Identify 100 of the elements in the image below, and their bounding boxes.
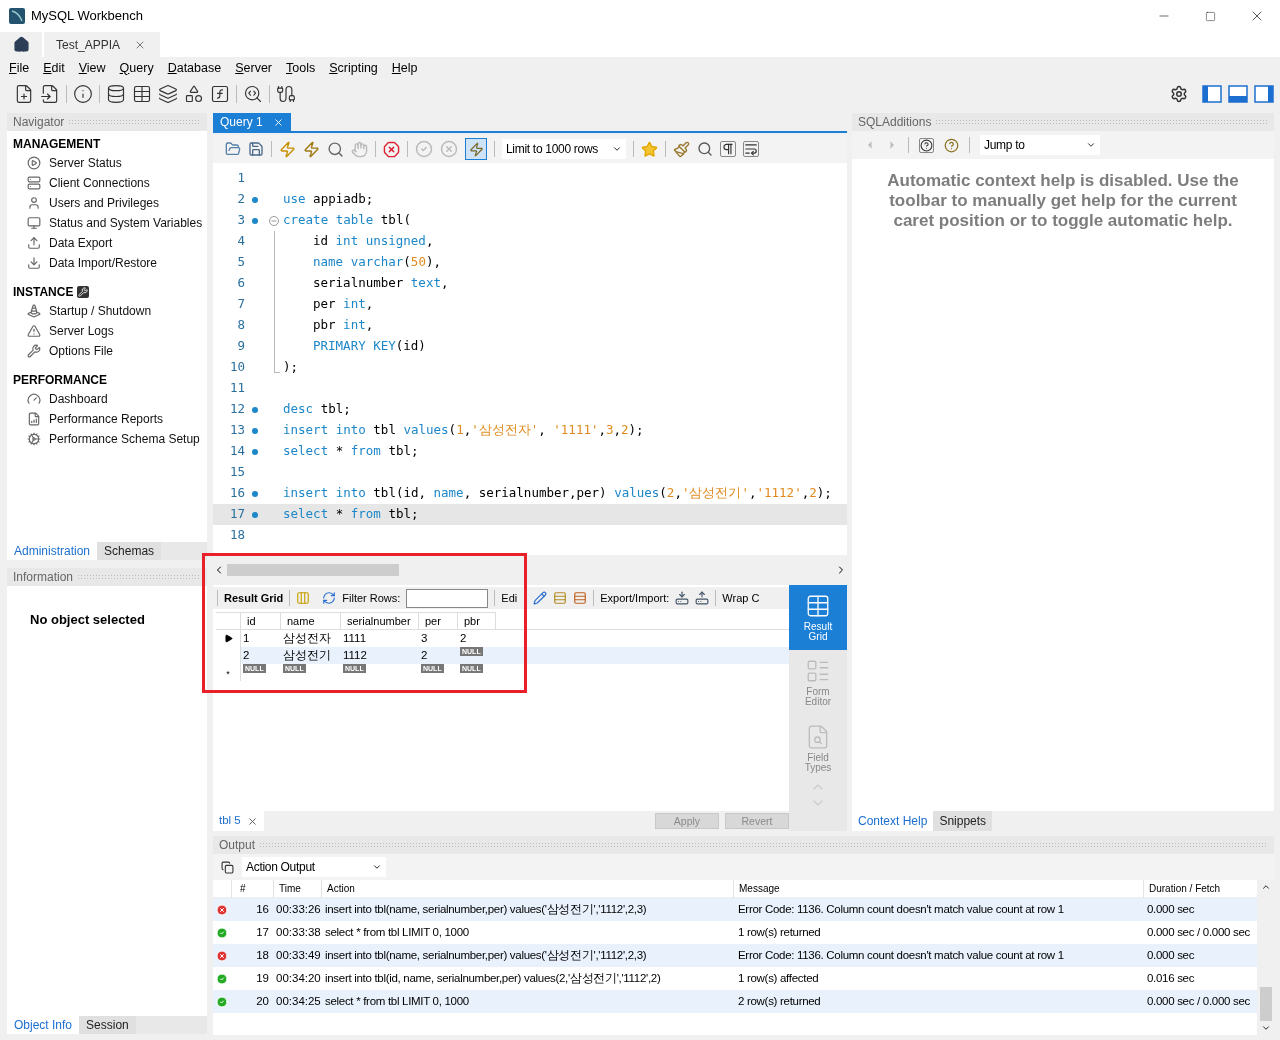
statement-dot-icon (252, 448, 258, 455)
wrap-label: Wrap C (722, 590, 760, 606)
close-icon[interactable] (246, 815, 258, 827)
maximize-icon[interactable] (1205, 10, 1216, 22)
query-tab[interactable]: Query 1 (213, 113, 291, 131)
export-icon[interactable] (675, 591, 690, 605)
reconnect-icon[interactable] (276, 84, 296, 104)
menu-item[interactable]: Scripting (329, 58, 378, 78)
sidebar-tab[interactable]: Session (79, 1016, 136, 1034)
search-icon[interactable] (697, 141, 713, 157)
menu-item[interactable]: Tools (286, 58, 316, 78)
new-function-icon[interactable] (210, 84, 230, 104)
wrap-icon[interactable] (743, 141, 759, 157)
navigator-item[interactable]: Performance Reports (49, 410, 164, 428)
line-number: 9 (236, 337, 245, 356)
jump-to-dropdown[interactable]: Jump to (980, 135, 1100, 155)
column-header[interactable]: Time (273, 879, 321, 898)
new-sql-file-icon[interactable] (14, 84, 34, 104)
refresh-icon[interactable] (322, 591, 337, 605)
column-header[interactable]: name (281, 612, 341, 629)
panel-tab[interactable]: Context Help (852, 811, 934, 831)
output-toggle-icon[interactable] (1228, 85, 1248, 103)
panel-tab[interactable]: Snippets (933, 811, 993, 831)
result-view-tab[interactable]: Result Grid (789, 585, 847, 651)
navigator-item[interactable]: Performance Schema Setup (49, 430, 200, 448)
scroll-down-icon[interactable] (1260, 1023, 1271, 1033)
navigator-item[interactable]: Status and System Variables (49, 214, 203, 232)
scroll-up-icon[interactable] (1260, 882, 1271, 892)
settings-icon[interactable] (1170, 85, 1188, 103)
new-table-icon[interactable] (132, 84, 152, 104)
context-help-icon[interactable] (919, 137, 934, 153)
search-table-icon[interactable] (243, 84, 263, 104)
sidebar-toggle-icon[interactable] (1202, 85, 1222, 103)
lightning-cursor-icon[interactable] (303, 140, 320, 158)
folder-icon[interactable] (225, 141, 241, 157)
navigator-item[interactable]: Client Connections (49, 174, 150, 192)
navigator-item[interactable]: Options File (49, 342, 114, 360)
sidebar-tab[interactable]: Object Info (7, 1016, 80, 1034)
column-header[interactable]: pbr (458, 612, 496, 629)
menu-item[interactable]: View (78, 58, 106, 78)
output-title: Output (219, 837, 256, 854)
new-procedure-icon[interactable] (184, 84, 204, 104)
navigator-item[interactable]: Server Logs (49, 322, 114, 340)
brush-icon[interactable] (673, 140, 690, 158)
close-icon[interactable] (272, 116, 284, 128)
limit-dropdown[interactable]: Limit to 1000 rows (502, 139, 626, 159)
output-selector[interactable]: Action Output (242, 857, 386, 877)
star-add-icon[interactable] (641, 140, 658, 158)
menu-item[interactable]: Database (167, 58, 222, 78)
menu-item[interactable]: File (9, 58, 30, 78)
column-header[interactable]: per (419, 612, 458, 629)
table-cell-text: 00:33:49 (275, 947, 321, 963)
fold-icon[interactable] (269, 215, 279, 226)
new-schema-icon[interactable] (106, 84, 126, 104)
column-header[interactable]: serialnumber (341, 612, 419, 629)
connection-tab[interactable]: Test_APPIA (44, 32, 161, 57)
stop-on-error-icon[interactable] (383, 140, 400, 158)
explain-icon[interactable] (327, 140, 344, 158)
lightning-icon[interactable] (279, 140, 296, 158)
column-header[interactable]: Action (321, 879, 733, 898)
navigator-item[interactable]: Dashboard (49, 390, 108, 408)
statement-dot-icon (252, 490, 258, 497)
result-tab[interactable]: tbl 5 (213, 811, 264, 831)
navigator-item[interactable]: Users and Privileges (49, 194, 160, 212)
navigator-item[interactable]: Startup / Shutdown (49, 302, 152, 320)
table-cell-text: 00:34:20 (275, 970, 321, 986)
scrollbar-thumb[interactable] (227, 564, 399, 576)
column-header[interactable]: Message (733, 879, 1143, 898)
row-header[interactable]: * (216, 664, 241, 681)
column-header[interactable]: id (241, 612, 281, 629)
filter-field[interactable] (406, 588, 489, 608)
user-icon (27, 196, 41, 210)
home-icon[interactable] (12, 36, 30, 53)
import-icon[interactable] (695, 591, 710, 605)
menu-item[interactable]: Edit (43, 58, 65, 78)
menu-item[interactable]: Query (119, 58, 154, 78)
column-header[interactable]: Duration / Fetch (1143, 879, 1256, 898)
line-number: 18 (228, 526, 245, 545)
info-icon[interactable] (73, 84, 93, 104)
code-line: id int unsigned, (312, 232, 434, 251)
table-cell-text: 19 (255, 970, 270, 986)
edit-icon[interactable] (533, 591, 548, 605)
delete-row-icon[interactable] (573, 591, 588, 605)
autocommit-toggle[interactable] (465, 138, 487, 160)
menu-item[interactable]: Server (235, 58, 272, 78)
menu-item[interactable]: Help (391, 58, 418, 78)
scrollbar-thumb[interactable] (1259, 987, 1272, 1021)
new-view-icon[interactable] (158, 84, 178, 104)
navigator-item[interactable]: Data Export (49, 234, 113, 252)
column-header[interactable]: # (231, 879, 273, 898)
navigator-item[interactable]: Server Status (49, 154, 122, 172)
open-sql-file-icon[interactable] (40, 84, 60, 104)
navigator-item[interactable]: Data Import/Restore (49, 254, 158, 272)
secondary-sidebar-toggle-icon[interactable] (1254, 85, 1274, 103)
copy-icon[interactable] (221, 860, 234, 874)
table-cell-text: 3 (421, 630, 428, 646)
save-icon[interactable] (248, 141, 264, 157)
code-line: ); (283, 358, 299, 377)
auto-help-icon[interactable] (944, 137, 959, 153)
pilcrow-icon[interactable] (720, 141, 736, 157)
